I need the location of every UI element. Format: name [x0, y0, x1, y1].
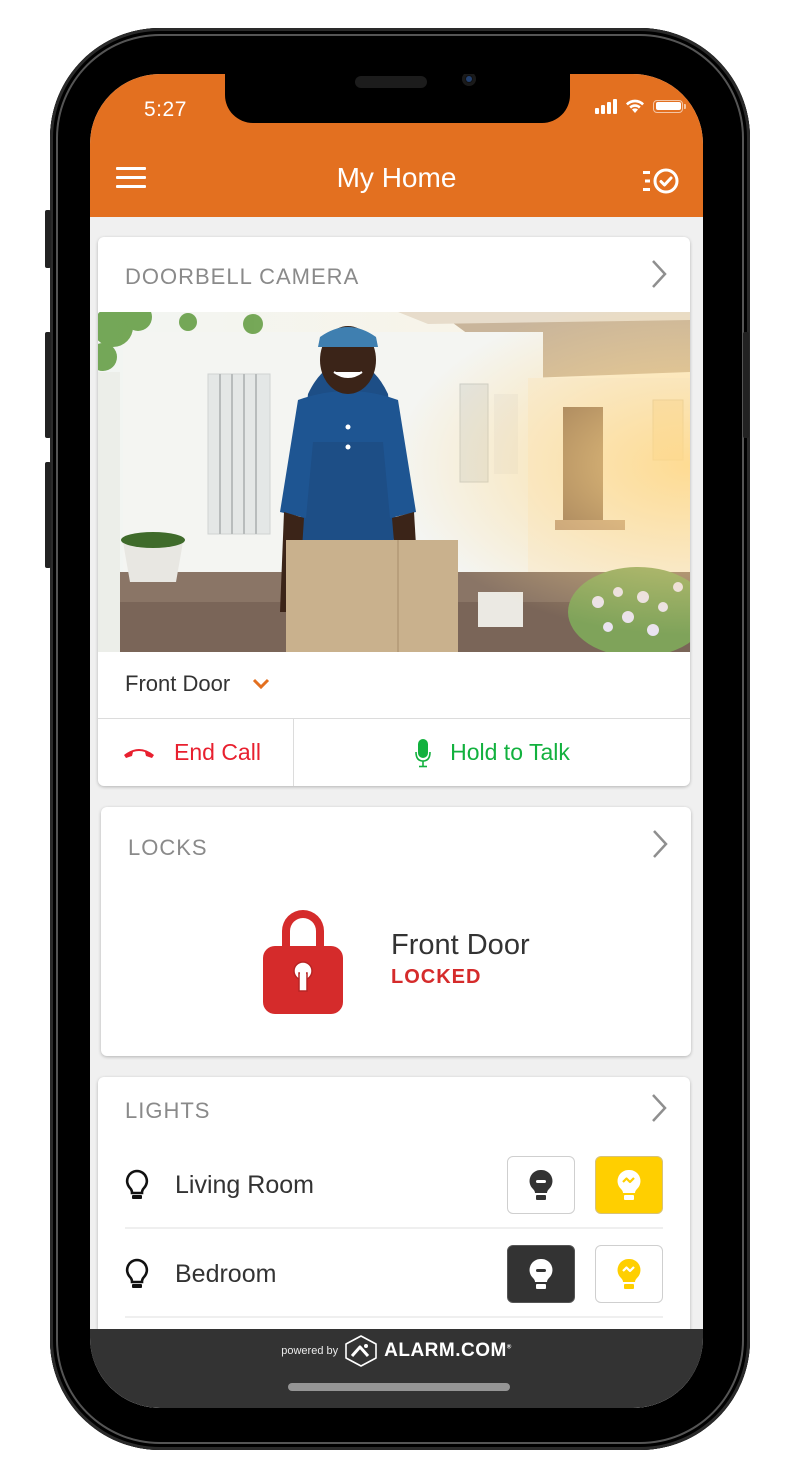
lightbulb-outline-icon: [125, 1169, 149, 1199]
light-on-button[interactable]: [595, 1245, 663, 1303]
light-off-button[interactable]: [507, 1245, 575, 1303]
phone-hangup-icon: [124, 748, 154, 758]
doorbell-camera-card: DOORBELL CAMERA Front Door End Call Hold…: [98, 237, 690, 786]
task-list-check-icon[interactable]: [641, 166, 681, 196]
page-title: My Home: [336, 162, 457, 193]
lock-status-badge: LOCKED: [391, 966, 482, 988]
light-row-bedroom[interactable]: Bedroom: [125, 1230, 663, 1318]
hold-to-talk-button[interactable]: Hold to Talk: [294, 719, 690, 786]
lightbulb-outline-icon: [125, 1258, 149, 1288]
front-camera: [462, 74, 476, 86]
light-name: Bedroom: [175, 1259, 277, 1288]
light-on-button[interactable]: [595, 1156, 663, 1214]
call-controls: End Call Hold to Talk: [98, 719, 690, 786]
hold-to-talk-label: Hold to Talk: [450, 739, 570, 765]
row-divider: [125, 1316, 663, 1318]
phone-notch: [225, 74, 570, 123]
camera-live-feed[interactable]: [98, 312, 690, 652]
end-call-button[interactable]: End Call: [98, 719, 294, 786]
doorbell-section-title: DOORBELL CAMERA: [125, 264, 360, 289]
battery-icon: [653, 99, 686, 113]
alarm-com-logo-icon: [345, 1335, 377, 1367]
camera-name: Front Door: [125, 671, 231, 696]
light-row-living-room[interactable]: Living Room: [125, 1141, 663, 1229]
lightbulb-off-icon: [529, 1169, 553, 1200]
row-divider: [125, 1227, 663, 1229]
status-icons: [595, 98, 686, 114]
padlock-locked-icon: [263, 910, 343, 1014]
locks-card: LOCKS Front Door LOCKED: [101, 807, 691, 1056]
footer-branding: powered by ALARM.COM®: [90, 1329, 703, 1408]
camera-selector-dropdown[interactable]: Front Door: [125, 671, 270, 697]
lightbulb-on-icon: [617, 1258, 641, 1289]
chevron-right-icon[interactable]: [650, 1093, 668, 1123]
brand-name: ALARM.COM®: [384, 1340, 512, 1362]
volume-up-button: [45, 332, 51, 438]
home-indicator[interactable]: [288, 1383, 510, 1391]
signal-icon: [595, 98, 617, 114]
lock-device-name: Front Door: [391, 929, 530, 961]
light-off-button[interactable]: [507, 1156, 575, 1214]
chevron-down-icon: [253, 678, 270, 690]
earpiece-speaker: [355, 76, 427, 88]
mute-switch: [45, 210, 51, 268]
lights-section-title: LIGHTS: [125, 1098, 211, 1123]
powered-by-alarm-com: powered by ALARM.COM®: [90, 1335, 703, 1367]
trademark-symbol: ®: [506, 1344, 512, 1351]
end-call-label: End Call: [174, 739, 261, 765]
brand-text: ALARM.COM: [384, 1340, 507, 1361]
chevron-right-icon[interactable]: [650, 259, 668, 289]
volume-down-button: [45, 462, 51, 568]
microphone-icon: [415, 738, 431, 767]
light-name: Living Room: [175, 1170, 314, 1199]
wifi-icon: [626, 99, 644, 113]
lock-front-door[interactable]: Front Door LOCKED: [263, 903, 530, 1015]
lightbulb-off-icon: [529, 1258, 553, 1289]
camera-feed-image: [98, 312, 690, 652]
app-screen: 5:27 My Home DOORBELL CAMERA Front Door …: [90, 74, 703, 1408]
lightbulb-on-icon: [617, 1169, 641, 1200]
status-time: 5:27: [144, 98, 187, 121]
lock-info: Front Door LOCKED: [391, 929, 530, 989]
chevron-right-icon[interactable]: [651, 829, 669, 859]
power-button: [743, 332, 749, 438]
locks-section-title: LOCKS: [128, 835, 208, 860]
powered-by-text: powered by: [281, 1345, 339, 1357]
